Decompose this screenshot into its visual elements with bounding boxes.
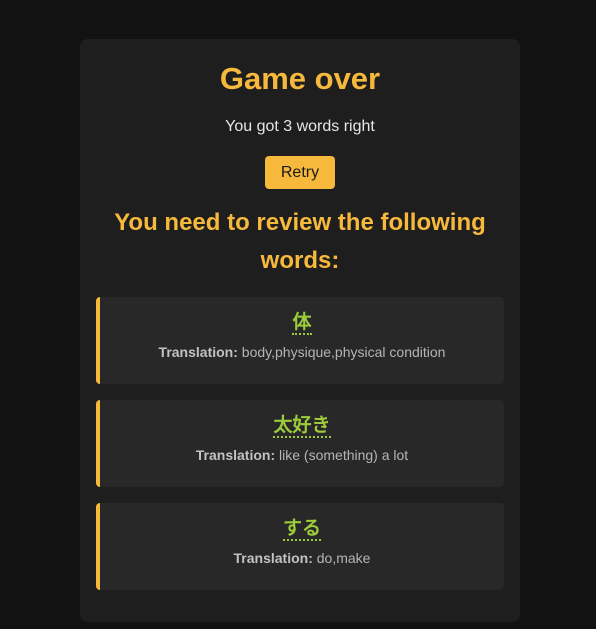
review-word: する (100, 517, 504, 541)
score-text: You got 3 words right (225, 118, 375, 135)
review-word: 体 (100, 311, 504, 335)
word-translation: Translation: body,physique,physical cond… (100, 343, 504, 361)
translation-label: Translation: (195, 447, 276, 463)
translation-label: Translation: (233, 550, 313, 566)
review-word-text: 体 (292, 312, 312, 335)
word-translation: Translation: do,make (100, 549, 504, 567)
retry-button[interactable]: Retry (265, 156, 335, 189)
review-word-text: 太好き (273, 415, 331, 438)
translation-text: do,make (316, 550, 371, 566)
game-over-card: Game over You got 3 words right Retry Yo… (80, 39, 520, 622)
translation-label: Translation: (158, 344, 238, 360)
review-word: 太好き (100, 414, 504, 438)
review-word-list: 体 Translation: body,physique,physical co… (96, 297, 504, 606)
review-heading: You need to review the following words: (114, 209, 486, 274)
translation-text: body,physique,physical condition (241, 344, 446, 360)
translation-text: like (something) a lot (279, 447, 409, 463)
review-word-card: する Translation: do,make (96, 503, 504, 590)
word-translation: Translation: like (something) a lot (100, 446, 504, 464)
review-word-card: 太好き Translation: like (something) a lot (96, 400, 504, 487)
game-over-title: Game over (219, 61, 381, 96)
review-word-card: 体 Translation: body,physique,physical co… (96, 297, 504, 384)
review-word-text: する (282, 518, 321, 541)
